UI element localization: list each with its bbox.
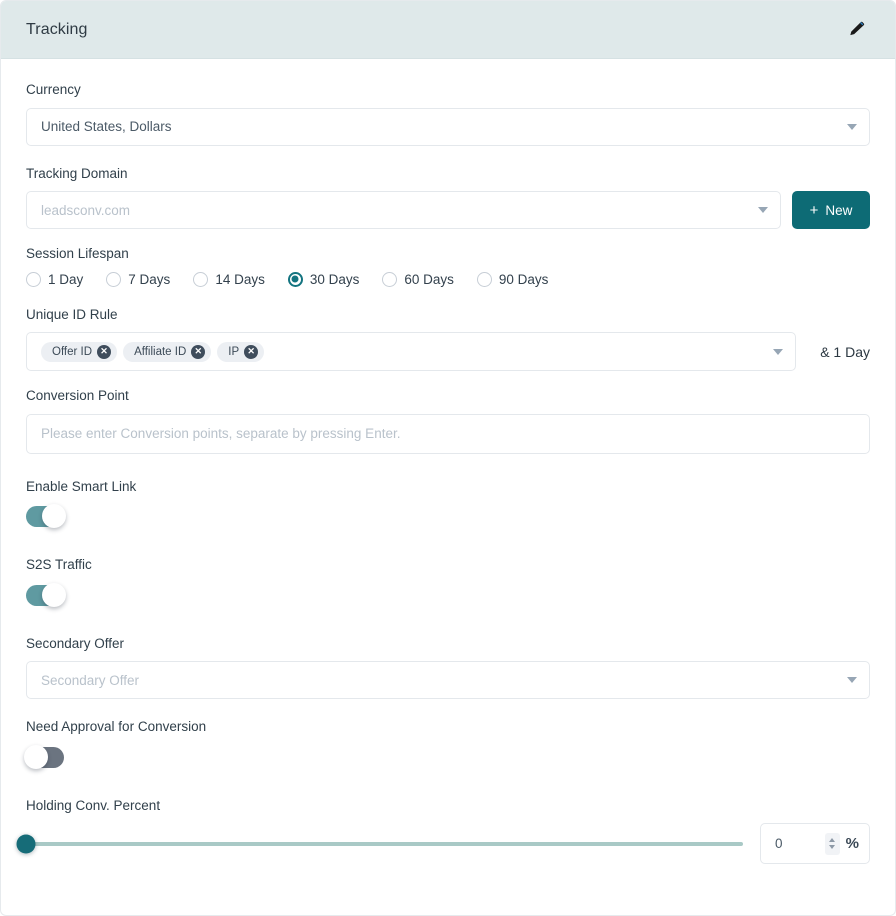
currency-value: United States, Dollars <box>41 119 172 135</box>
tracking-panel: Tracking Currency United States, Dollars… <box>0 0 896 916</box>
tag-label: Affiliate ID <box>134 345 187 358</box>
conversion-point-placeholder: Please enter Conversion points, separate… <box>41 426 401 442</box>
tag-affiliate-id[interactable]: Affiliate ID ✕ <box>123 341 212 362</box>
tracking-domain-field: Tracking Domain leadsconv.com + New <box>26 165 870 230</box>
conversion-point-input[interactable]: Please enter Conversion points, separate… <box>26 413 870 454</box>
need-approval-field: Need Approval for Conversion <box>24 718 870 773</box>
enable-smart-link-toggle[interactable] <box>26 504 66 529</box>
radio-mark <box>106 271 122 287</box>
percent-icon: % <box>845 835 859 853</box>
session-lifespan-radio-group: 1 Day 7 Days 14 Days 30 Days 60 Days 90 … <box>26 271 870 287</box>
secondary-offer-label: Secondary Offer <box>26 635 125 651</box>
close-icon[interactable]: ✕ <box>97 344 112 359</box>
tracking-domain-select[interactable]: leadsconv.com <box>26 191 781 230</box>
secondary-offer-select[interactable]: Secondary Offer <box>26 661 870 700</box>
s2s-traffic-label: S2S Traffic <box>26 557 92 573</box>
currency-label: Currency <box>26 82 81 97</box>
add-tracking-domain-button[interactable]: + New <box>792 191 870 230</box>
radio-mark <box>287 271 303 287</box>
radio-option-7-days[interactable]: 7 Days <box>106 271 171 287</box>
radio-option-30-days[interactable]: 30 Days <box>287 271 360 287</box>
radio-label: 90 Days <box>498 271 549 287</box>
chevron-down-icon[interactable] <box>847 123 857 130</box>
radio-option-1-day[interactable]: 1 Day <box>26 271 84 287</box>
radio-mark <box>382 271 398 287</box>
close-icon[interactable]: ✕ <box>244 344 259 359</box>
unique-id-rule-suffix: & 1 Day <box>820 343 870 360</box>
page-title: Tracking <box>26 20 88 38</box>
secondary-offer-field: Secondary Offer Secondary Offer <box>26 635 870 700</box>
holding-conv-percent-field: Holding Conv. Percent 0 % <box>16 797 870 865</box>
toggle-knob <box>42 582 66 607</box>
need-approval-label: Need Approval for Conversion <box>26 719 207 735</box>
secondary-offer-placeholder: Secondary Offer <box>41 672 140 688</box>
tag-label: Offer ID <box>52 345 93 358</box>
holding-conv-percent-label: Holding Conv. Percent <box>26 797 161 813</box>
chevron-down-icon[interactable] <box>773 348 784 355</box>
chevron-down-icon[interactable] <box>847 677 857 684</box>
edit-button[interactable] <box>841 14 873 46</box>
toggle-knob <box>42 504 66 529</box>
tracking-domain-placeholder: leadsconv.com <box>41 202 131 218</box>
holding-conv-percent-value: 0 <box>775 836 783 852</box>
slider-handle[interactable] <box>16 834 36 854</box>
conversion-point-label: Conversion Point <box>26 388 129 404</box>
s2s-traffic-field: S2S Traffic <box>26 556 870 611</box>
radio-option-90-days[interactable]: 90 Days <box>476 271 549 287</box>
pencil-icon <box>847 18 867 41</box>
unique-id-rule-label: Unique ID Rule <box>26 306 118 322</box>
slider-track <box>26 841 743 846</box>
holding-conv-percent-slider[interactable] <box>16 833 743 855</box>
tag-ip[interactable]: IP ✕ <box>217 341 265 362</box>
chevron-down-icon[interactable] <box>758 207 768 214</box>
chevron-up-icon[interactable] <box>829 838 836 843</box>
currency-select[interactable]: United States, Dollars <box>26 107 870 146</box>
radio-mark <box>193 271 209 287</box>
panel-body: Currency United States, Dollars Tracking… <box>1 59 895 865</box>
radio-label: 7 Days <box>128 271 171 287</box>
s2s-traffic-toggle[interactable] <box>26 582 66 607</box>
chevron-down-icon[interactable] <box>829 845 836 850</box>
radio-mark <box>476 271 492 287</box>
unique-id-rule-tags: Offer ID ✕ Affiliate ID ✕ IP ✕ <box>41 341 765 362</box>
currency-field: Currency United States, Dollars <box>26 81 870 146</box>
radio-label: 30 Days <box>309 271 360 287</box>
unique-id-rule-field: Unique ID Rule Offer ID ✕ Affiliate ID ✕ <box>26 306 870 372</box>
tag-label: IP <box>228 345 240 358</box>
radio-label: 1 Day <box>48 271 84 287</box>
tag-offer-id[interactable]: Offer ID ✕ <box>41 341 118 362</box>
radio-option-14-days[interactable]: 14 Days <box>193 271 265 287</box>
radio-option-60-days[interactable]: 60 Days <box>382 271 454 287</box>
radio-mark <box>26 271 41 287</box>
session-lifespan-field: Session Lifespan 1 Day 7 Days 14 Days 30… <box>26 245 870 287</box>
unique-id-rule-select[interactable]: Offer ID ✕ Affiliate ID ✕ IP ✕ <box>26 332 797 372</box>
radio-label: 14 Days <box>215 271 265 287</box>
need-approval-toggle[interactable] <box>24 744 64 769</box>
holding-conv-percent-input[interactable]: 0 % <box>760 823 870 865</box>
enable-smart-link-field: Enable Smart Link <box>26 478 870 533</box>
toggle-knob <box>24 744 48 769</box>
panel-header: Tracking <box>1 1 895 59</box>
number-stepper[interactable] <box>824 832 840 855</box>
conversion-point-field: Conversion Point Please enter Conversion… <box>26 387 870 454</box>
radio-label: 60 Days <box>404 271 454 287</box>
close-icon[interactable]: ✕ <box>191 344 206 359</box>
session-lifespan-label: Session Lifespan <box>26 246 129 262</box>
new-button-label: New <box>825 202 853 218</box>
enable-smart-link-label: Enable Smart Link <box>26 478 137 494</box>
plus-icon: + <box>809 201 819 219</box>
tracking-domain-label: Tracking Domain <box>26 165 128 181</box>
